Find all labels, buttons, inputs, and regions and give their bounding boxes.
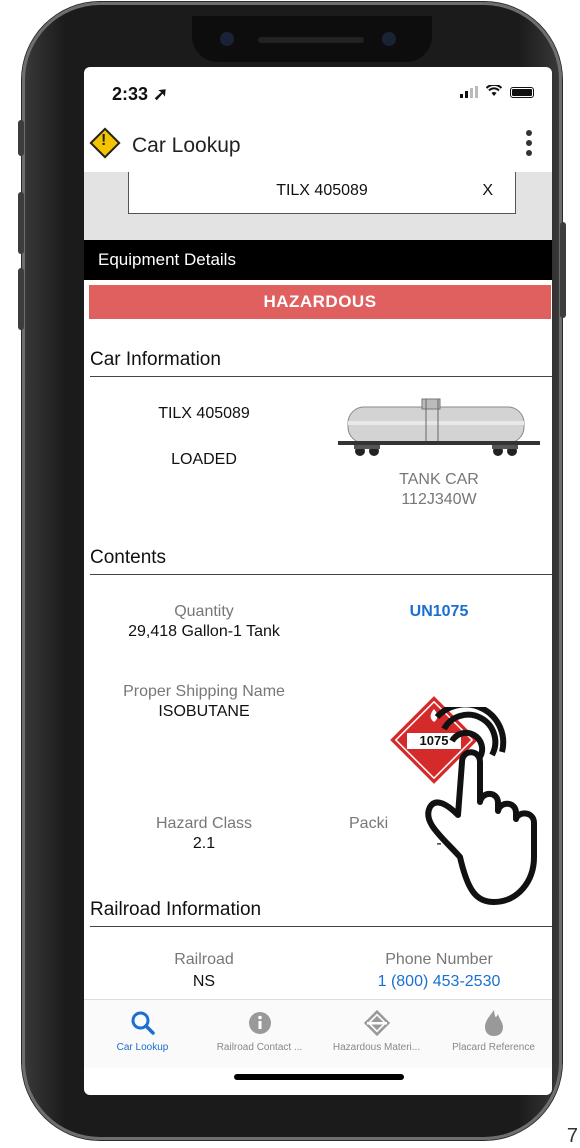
car-type: TANK CAR [399,471,479,488]
tab-placard-reference[interactable]: Placard Reference [435,1008,552,1053]
location-arrow-icon: ➚ [153,84,169,104]
quantity-value: 29,418 Gallon-1 Tank [128,623,280,640]
mute-switch [18,120,24,156]
hazard-class-label: Hazard Class [155,815,253,832]
railroad-label: Railroad [174,951,234,968]
search-icon [84,1008,201,1038]
car-info-heading: Car Information [90,349,552,377]
volume-down-button [18,268,24,330]
screen: 2:33 ➚ ! Car Lookup TILX 405089 X Equipm… [84,67,552,1095]
signal-icon [460,86,478,98]
car-search-input[interactable]: TILX 405089 X [128,172,516,214]
contents-heading: Contents [90,547,552,575]
quantity-label: Quantity [174,603,234,620]
tab-label: Railroad Contact ... [216,1042,303,1053]
railroad-value: NS [192,973,216,990]
page-number: 7 [566,1125,578,1147]
phone-label: Phone Number [385,951,493,968]
tab-label: Hazardous Materi... [332,1042,421,1053]
tab-label: Car Lookup [116,1042,169,1053]
hazard-banner: HAZARDOUS [89,285,551,319]
psn-value: ISOBUTANE [158,703,250,720]
volume-up-button [18,192,24,254]
info-icon [201,1008,318,1038]
app-bar: ! Car Lookup [84,122,552,172]
status-time: 2:33 ➚ [112,84,169,104]
section-header: Equipment Details [84,240,552,280]
hazmat-icon [318,1008,435,1038]
tab-bar: Car Lookup Railroad Contact ... Hazardou… [84,999,552,1068]
phone-link[interactable]: 1 (800) 453-2530 [334,973,544,991]
load-status: LOADED [171,451,237,468]
tab-hazardous-materials[interactable]: Hazardous Materi... [318,1008,435,1053]
tank-car-icon [338,398,540,456]
search-area: TILX 405089 X [84,172,552,240]
car-spec: 112J340W [401,491,477,508]
status-bar: 2:33 ➚ [84,67,552,117]
phone-frame: 2:33 ➚ ! Car Lookup TILX 405089 X Equipm… [18,2,566,1140]
clear-search-button[interactable]: X [482,182,493,200]
railroad-info-heading: Railroad Information [90,899,552,927]
app-title: Car Lookup [132,134,241,157]
hazard-class-value: 2.1 [192,835,216,852]
packing-group-label: Packi [349,815,389,832]
flame-icon [435,1008,552,1038]
tab-label: Placard Reference [452,1042,535,1053]
more-menu-icon[interactable] [526,130,532,160]
search-value[interactable]: TILX 405089 [129,182,515,200]
un-number-link[interactable]: UN1075 [334,603,544,621]
tab-car-lookup[interactable]: Car Lookup [84,1008,201,1053]
wifi-icon [485,83,503,99]
battery-icon [510,86,534,98]
packing-group-value: - [436,835,442,852]
power-button [560,222,566,318]
exclamation-icon: ! [101,132,107,149]
hazard-banner-text: HAZARDOUS [263,292,377,311]
notch [192,16,432,62]
psn-label: Proper Shipping Name [123,683,285,700]
tab-railroad-contact[interactable]: Railroad Contact ... [201,1008,318,1053]
home-indicator[interactable] [234,1074,404,1080]
section-title: Equipment Details [98,250,236,269]
tap-gesture-icon [425,707,537,905]
car-id: TILX 405089 [158,405,250,422]
